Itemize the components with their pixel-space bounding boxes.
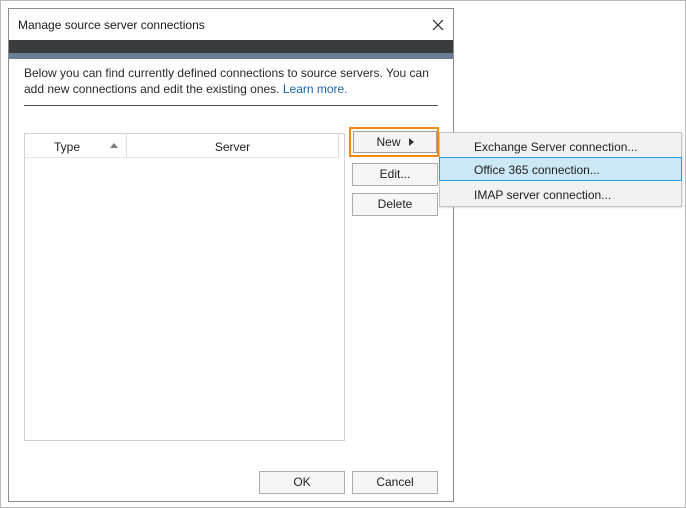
list-header: Type Server: [25, 134, 344, 158]
menu-item-label: IMAP server connection...: [474, 188, 612, 202]
column-server-label: Server: [214, 140, 251, 154]
submenu-arrow-icon: [408, 137, 414, 146]
close-button[interactable]: [427, 14, 449, 36]
delete-button[interactable]: Delete: [352, 193, 438, 216]
menu-item-label: Office 365 connection...: [474, 163, 600, 177]
header-accent-band: [9, 53, 453, 59]
cancel-button[interactable]: Cancel: [352, 471, 438, 494]
close-icon: [432, 19, 444, 31]
menu-item-label: Exchange Server connection...: [474, 140, 638, 154]
ok-button[interactable]: OK: [259, 471, 345, 494]
learn-more-link[interactable]: Learn more.: [283, 82, 348, 96]
connections-list[interactable]: Type Server: [24, 133, 345, 441]
dialog-titlebar: Manage source server connections: [9, 9, 453, 40]
new-button-highlight: New: [349, 127, 439, 157]
header-band: [9, 40, 453, 53]
description-body: Below you can find currently defined con…: [24, 66, 429, 96]
edit-button[interactable]: Edit...: [352, 163, 438, 186]
menu-item-office365[interactable]: Office 365 connection...: [439, 157, 682, 181]
column-header-server[interactable]: Server: [127, 134, 339, 158]
description-text: Below you can find currently defined con…: [24, 65, 439, 97]
column-type-label: Type: [54, 140, 81, 154]
menu-item-exchange[interactable]: Exchange Server connection...: [440, 134, 681, 158]
menu-item-imap[interactable]: IMAP server connection...: [440, 182, 681, 206]
new-connection-menu: Exchange Server connection... Office 365…: [439, 132, 682, 207]
description-divider: [24, 105, 438, 106]
manage-connections-dialog: Manage source server connections Below y…: [8, 8, 454, 502]
new-button[interactable]: New: [353, 131, 437, 153]
sort-ascending-icon: [110, 143, 118, 148]
dialog-title: Manage source server connections: [18, 18, 205, 32]
column-header-type[interactable]: Type: [25, 134, 127, 158]
new-button-label: New: [376, 135, 401, 149]
